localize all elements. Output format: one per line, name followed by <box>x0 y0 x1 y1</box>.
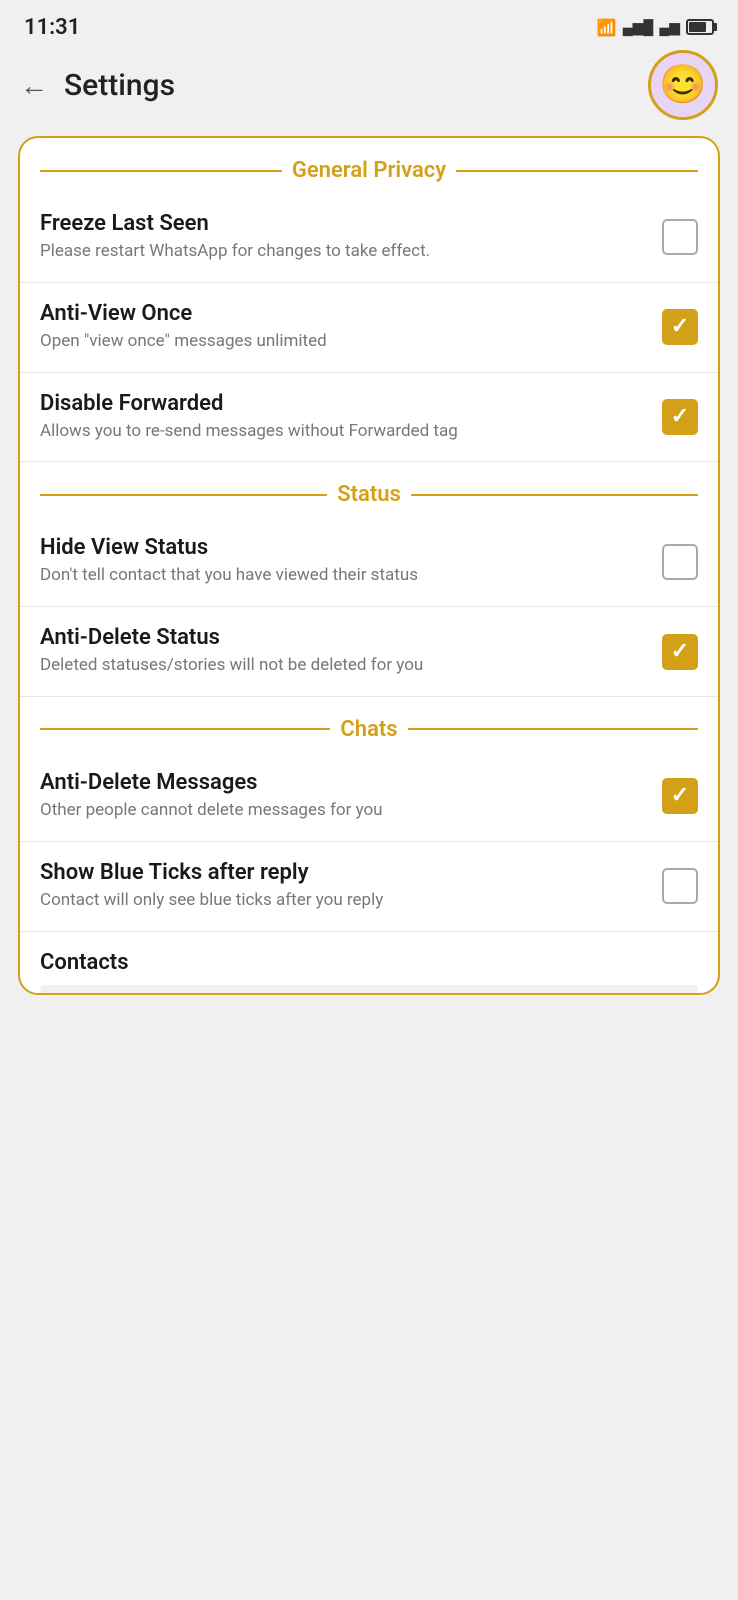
settings-item-text-hide-view-status: Hide View Status Don't tell contact that… <box>40 535 650 588</box>
settings-item-hide-view-status[interactable]: Hide View Status Don't tell contact that… <box>20 517 718 607</box>
wifi-icon: 📶 <box>597 18 617 37</box>
section-header-chats: Chats <box>20 697 718 752</box>
section-title-general-privacy: General Privacy <box>292 158 446 183</box>
anti-view-once-title: Anti-View Once <box>40 301 650 326</box>
page-title: Settings <box>64 68 648 103</box>
settings-item-text-disable-forwarded: Disable Forwarded Allows you to re-send … <box>40 391 650 444</box>
disable-forwarded-checkbox[interactable] <box>662 399 698 435</box>
section-line-right <box>456 170 698 172</box>
settings-item-text-show-blue-ticks: Show Blue Ticks after reply Contact will… <box>40 860 650 913</box>
settings-item-anti-delete-messages[interactable]: Anti-Delete Messages Other people cannot… <box>20 752 718 842</box>
hide-view-status-title: Hide View Status <box>40 535 650 560</box>
hide-view-status-desc: Don't tell contact that you have viewed … <box>40 564 650 588</box>
anti-delete-status-desc: Deleted statuses/stories will not be del… <box>40 654 650 678</box>
settings-card: General Privacy Freeze Last Seen Please … <box>18 136 720 995</box>
back-button[interactable]: ← <box>20 69 48 102</box>
header: ← Settings 😊 <box>0 50 738 120</box>
section-header-status: Status <box>20 462 718 517</box>
contacts-title: Contacts <box>40 950 698 975</box>
settings-item-text-anti-view-once: Anti-View Once Open "view once" messages… <box>40 301 650 354</box>
freeze-last-seen-title: Freeze Last Seen <box>40 211 650 236</box>
anti-delete-status-checkbox[interactable] <box>662 634 698 670</box>
settings-item-text-anti-delete-status: Anti-Delete Status Deleted statuses/stor… <box>40 625 650 678</box>
signal-icon-1: ▄▆█ <box>623 19 654 36</box>
anti-view-once-checkbox[interactable] <box>662 309 698 345</box>
section-title-status: Status <box>337 482 401 507</box>
anti-view-once-desc: Open "view once" messages unlimited <box>40 330 650 354</box>
anti-delete-messages-title: Anti-Delete Messages <box>40 770 650 795</box>
anti-delete-status-title: Anti-Delete Status <box>40 625 650 650</box>
settings-item-anti-view-once[interactable]: Anti-View Once Open "view once" messages… <box>20 283 718 373</box>
battery-icon <box>686 19 714 35</box>
avatar[interactable]: 😊 <box>648 50 718 120</box>
show-blue-ticks-title: Show Blue Ticks after reply <box>40 860 650 885</box>
settings-item-text-anti-delete-messages: Anti-Delete Messages Other people cannot… <box>40 770 650 823</box>
status-bar: 11:31 📶 ▄▆█ ▄▆ <box>0 0 738 50</box>
section-line-status-left <box>40 494 327 496</box>
signal-icon-2: ▄▆ <box>659 19 680 36</box>
anti-delete-messages-checkbox[interactable] <box>662 778 698 814</box>
section-header-general-privacy: General Privacy <box>20 138 718 193</box>
settings-item-show-blue-ticks[interactable]: Show Blue Ticks after reply Contact will… <box>20 842 718 932</box>
settings-item-anti-delete-status[interactable]: Anti-Delete Status Deleted statuses/stor… <box>20 607 718 697</box>
status-icons: 📶 ▄▆█ ▄▆ <box>597 18 714 37</box>
section-line-status-right <box>411 494 698 496</box>
freeze-last-seen-checkbox[interactable] <box>662 219 698 255</box>
settings-item-contacts[interactable]: Contacts <box>20 932 718 993</box>
disable-forwarded-desc: Allows you to re-send messages without F… <box>40 420 650 444</box>
settings-item-freeze-last-seen[interactable]: Freeze Last Seen Please restart WhatsApp… <box>20 193 718 283</box>
status-time: 11:31 <box>24 15 80 40</box>
settings-item-text-freeze-last-seen: Freeze Last Seen Please restart WhatsApp… <box>40 211 650 264</box>
section-line-chats-right <box>408 728 698 730</box>
section-line-chats-left <box>40 728 330 730</box>
disable-forwarded-title: Disable Forwarded <box>40 391 650 416</box>
anti-delete-messages-desc: Other people cannot delete messages for … <box>40 799 650 823</box>
settings-item-disable-forwarded[interactable]: Disable Forwarded Allows you to re-send … <box>20 373 718 463</box>
hide-view-status-checkbox[interactable] <box>662 544 698 580</box>
show-blue-ticks-desc: Contact will only see blue ticks after y… <box>40 889 650 913</box>
show-blue-ticks-checkbox[interactable] <box>662 868 698 904</box>
section-title-chats: Chats <box>340 717 397 742</box>
avatar-emoji: 😊 <box>659 63 706 107</box>
cutoff-bar <box>40 985 698 993</box>
freeze-last-seen-desc: Please restart WhatsApp for changes to t… <box>40 240 650 264</box>
section-line-left <box>40 170 282 172</box>
